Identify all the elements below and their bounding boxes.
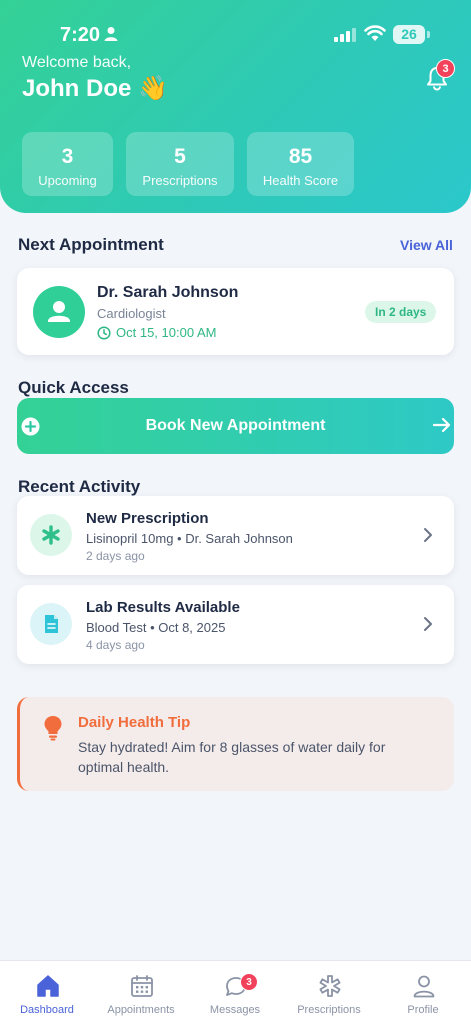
messages-badge: 3 [240, 973, 258, 991]
stat-prescriptions[interactable]: 5 Prescriptions [126, 132, 234, 196]
chevron-right-icon [424, 528, 432, 542]
stat-label: Health Score [262, 173, 339, 188]
doctor-specialty: Cardiologist [97, 306, 166, 321]
stat-value: 85 [288, 145, 313, 168]
quick-access-title: Quick Access [18, 378, 129, 397]
arrow-right-icon [433, 417, 451, 433]
tab-label: Profile [407, 1004, 439, 1016]
stat-value: 5 [174, 145, 186, 168]
home-icon [37, 975, 59, 997]
activity-detail: Lisinopril 10mg • Dr. Sarah Johnson [86, 531, 293, 546]
tab-label: Dashboard [20, 1004, 74, 1016]
stat-upcoming[interactable]: 3 Upcoming [22, 132, 113, 196]
countdown-badge: In 2 days [365, 301, 437, 323]
status-time: 7:20 [60, 24, 101, 46]
person-icon [48, 301, 70, 322]
chevron-right-icon [424, 617, 432, 631]
next-appointment-title: Next Appointment [18, 235, 164, 254]
activity-icon-wrap [30, 514, 72, 556]
tab-label: Messages [209, 1004, 261, 1016]
tab-prescriptions[interactable]: Prescriptions [282, 961, 376, 1024]
calendar-icon [131, 975, 153, 997]
notification-badge: 3 [436, 59, 455, 78]
tab-profile[interactable]: Profile [376, 961, 470, 1024]
battery-indicator: 26 [393, 25, 425, 44]
lightbulb-icon [44, 716, 62, 741]
book-appointment-button[interactable]: Book New Appointment [17, 398, 454, 454]
medical-icon [319, 975, 341, 997]
doctor-name: Dr. Sarah Johnson [97, 284, 239, 301]
activity-detail: Blood Test • Oct 8, 2025 [86, 620, 226, 635]
appointment-card[interactable]: Dr. Sarah Johnson Cardiologist Oct 15, 1… [17, 268, 454, 355]
tab-messages[interactable]: Messages [188, 961, 282, 1024]
stat-health-score[interactable]: 85 Health Score [247, 132, 354, 196]
tab-label: Prescriptions [297, 1004, 361, 1016]
appointment-datetime: Oct 15, 10:00 AM [116, 325, 217, 340]
activity-icon-wrap [30, 603, 72, 645]
stat-value: 3 [61, 145, 74, 168]
doctor-avatar [33, 286, 85, 338]
activity-time: 2 days ago [86, 549, 145, 563]
person-icon [413, 975, 435, 998]
health-tip-card: Daily Health Tip Stay hydrated! Aim for … [17, 697, 454, 791]
tab-label: Appointments [107, 1004, 175, 1016]
activity-time: 4 days ago [86, 638, 145, 652]
person-status-icon [104, 27, 118, 41]
asterisk-icon [42, 525, 60, 545]
activity-item-lab-results[interactable]: Lab Results Available Blood Test • Oct 8… [17, 585, 454, 664]
user-name: John Doe 👋 [22, 75, 168, 102]
activity-title: Lab Results Available [86, 599, 240, 616]
stat-label: Upcoming [38, 173, 97, 188]
dashboard-header: 7:20 26 Welcome back, John Doe 👋 3 3 Upc… [0, 0, 471, 213]
stat-label: Prescriptions [142, 173, 218, 188]
cellular-signal-icon [334, 28, 356, 42]
health-tip-body: Stay hydrated! Aim for 8 glasses of wate… [78, 739, 386, 775]
document-icon [45, 615, 58, 633]
tab-appointments[interactable]: Appointments [94, 961, 188, 1024]
view-all-link[interactable]: View All [400, 237, 453, 253]
wifi-icon [364, 25, 386, 41]
welcome-text: Welcome back, [22, 54, 132, 71]
book-appointment-label: Book New Appointment [145, 417, 326, 434]
recent-activity-title: Recent Activity [18, 477, 141, 496]
clock-icon [97, 326, 111, 340]
tab-dashboard[interactable]: Dashboard [0, 961, 94, 1024]
activity-title: New Prescription [86, 510, 209, 527]
battery-cap [427, 31, 430, 38]
bottom-tab-bar: Dashboard Appointments Messages Prescrip… [0, 960, 471, 1024]
activity-item-prescription[interactable]: New Prescription Lisinopril 10mg • Dr. S… [17, 496, 454, 575]
health-tip-title: Daily Health Tip [78, 714, 191, 731]
